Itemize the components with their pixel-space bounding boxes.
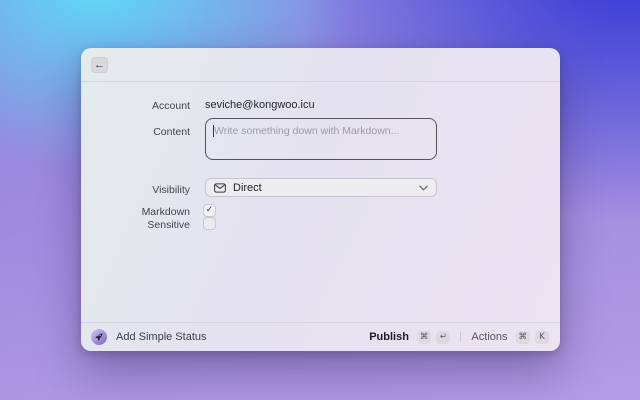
back-arrow-icon: ←	[94, 58, 105, 71]
k-key-icon: K	[535, 330, 549, 344]
account-value: seviche@kongwoo.icu	[205, 99, 315, 111]
visibility-label: Visibility	[152, 184, 190, 196]
sensitive-checkbox[interactable]	[203, 217, 216, 230]
chevron-down-icon	[419, 185, 428, 190]
add-simple-status-button[interactable]: Add Simple Status	[91, 329, 207, 345]
publish-button[interactable]: Publish	[369, 331, 409, 343]
visibility-select[interactable]: Direct	[205, 178, 437, 197]
markdown-label: Markdown	[141, 206, 190, 218]
rocket-app-icon	[91, 329, 107, 345]
command-key-icon: ⌘	[416, 330, 432, 344]
content-textarea-wrapper	[205, 118, 437, 160]
command-key-icon: ⌘	[515, 330, 530, 344]
sensitive-label: Sensitive	[147, 219, 190, 231]
add-simple-status-label: Add Simple Status	[116, 331, 207, 343]
account-label: Account	[152, 100, 190, 112]
return-key-icon: ↵	[436, 330, 451, 344]
text-cursor	[213, 125, 214, 137]
back-button[interactable]: ←	[91, 57, 108, 73]
content-label: Content	[153, 126, 190, 138]
envelope-icon	[214, 182, 226, 193]
checkmark-icon: ✓	[205, 205, 214, 215]
content-textarea[interactable]	[206, 119, 436, 159]
markdown-checkbox[interactable]: ✓	[203, 204, 216, 217]
footer-bar: Add Simple Status Publish ⌘ ↵ Actions ⌘ …	[81, 322, 560, 351]
footer-actions: Publish ⌘ ↵ Actions ⌘ K	[369, 330, 549, 344]
visibility-value: Direct	[233, 181, 262, 194]
actions-button[interactable]: Actions	[471, 331, 507, 343]
footer-divider	[460, 332, 462, 342]
desktop: { "window": { "header": { "back_icon": "…	[0, 0, 640, 400]
titlebar: ←	[81, 48, 560, 82]
compose-window: ← Account seviche@kongwoo.icu Content Vi…	[81, 48, 560, 351]
